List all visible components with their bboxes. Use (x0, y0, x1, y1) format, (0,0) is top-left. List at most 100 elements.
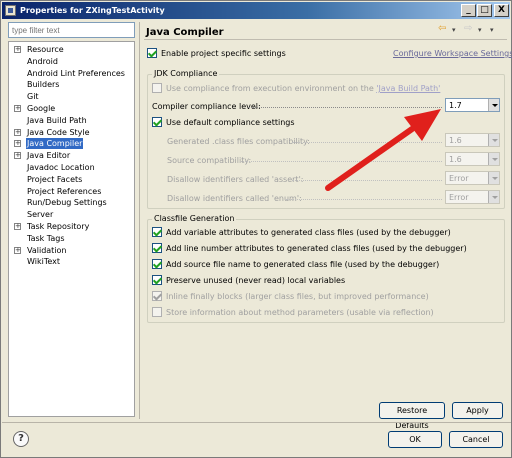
use-default-compliance-label: Use default compliance settings (166, 118, 295, 127)
tree-item[interactable]: Android Lint Preferences (9, 68, 134, 80)
tree-item[interactable]: + Resource (9, 44, 134, 56)
page-title: Java Compiler (146, 27, 224, 38)
tree-item[interactable]: Project References (9, 186, 134, 198)
tree-item-label: Run/Debug Settings (27, 198, 107, 208)
tree-item-label: Project References (27, 186, 102, 196)
tree-item[interactable]: + Task Repository (9, 221, 134, 233)
tree-item[interactable]: Project Facets (9, 174, 134, 186)
expand-icon[interactable]: + (14, 46, 21, 53)
jdk-compliance-title: JDK Compliance (152, 69, 220, 78)
expand-icon[interactable]: + (14, 152, 21, 160)
use-env-compliance-checkbox[interactable] (152, 83, 162, 93)
preserve-unused-label: Preserve unused (never read) local varia… (166, 276, 346, 285)
inline-finally-checkbox[interactable] (152, 291, 162, 301)
filter-input[interactable] (8, 22, 135, 38)
header-divider (144, 39, 507, 40)
tree-item[interactable]: + Java Code Style (9, 127, 134, 139)
enum-identifiers-label: Disallow identifiers called 'enum': (167, 194, 302, 203)
chevron-down-icon[interactable] (488, 134, 499, 146)
ok-button[interactable]: OK (388, 431, 442, 448)
enum-identifiers-select[interactable]: Error (445, 190, 500, 204)
line-number-attributes-checkbox[interactable] (152, 243, 162, 253)
back-dropdown-icon[interactable]: ▾ (452, 26, 456, 34)
source-compat-select[interactable]: 1.6 (445, 152, 500, 166)
inline-finally-label: Inline finally blocks (larger class file… (166, 292, 429, 301)
assert-identifiers-label: Disallow identifiers called 'assert': (167, 175, 304, 184)
footer-divider (2, 422, 511, 423)
line-number-attributes-label: Add line number attributes to generated … (166, 244, 467, 253)
expand-icon[interactable]: + (14, 140, 21, 148)
source-compat-label: Source compatibility: (167, 156, 252, 165)
preserve-unused-checkbox[interactable] (152, 275, 162, 285)
tree-item[interactable]: Server (9, 209, 134, 221)
restore-defaults-button[interactable]: Restore Defaults (379, 402, 445, 430)
tree-item[interactable]: Builders (9, 79, 134, 91)
compliance-leader-line (248, 107, 442, 108)
variable-attributes-label: Add variable attributes to generated cla… (166, 228, 451, 237)
back-arrow-icon[interactable]: ⇦ (438, 23, 446, 34)
tree-item[interactable]: + Java Compiler (9, 138, 134, 150)
assert-leader-line (292, 180, 442, 181)
tree-item[interactable]: Java Build Path (9, 115, 134, 127)
view-menu-icon[interactable]: ▾ (490, 26, 494, 34)
expand-icon[interactable]: + (14, 128, 21, 136)
forward-arrow-icon[interactable]: ⇨ (464, 23, 472, 34)
title-bar[interactable]: Properties for ZXingTestActivity _ □ X (2, 2, 510, 19)
variable-attributes-checkbox[interactable] (152, 227, 162, 237)
tree-item[interactable]: + Google (9, 103, 134, 115)
close-button[interactable]: X (494, 4, 509, 17)
generated-leader-line (292, 142, 442, 143)
window-icon (5, 5, 16, 16)
source-file-name-label: Add source file name to generated class … (166, 260, 440, 269)
enum-leader-line (286, 199, 442, 200)
tree-item-label: Javadoc Location (27, 163, 95, 172)
use-default-compliance-checkbox[interactable] (152, 117, 162, 127)
compliance-level-select[interactable]: 1.7 (445, 98, 500, 112)
help-icon[interactable]: ? (13, 431, 29, 447)
tree-item-label: Android Lint Preferences (27, 68, 125, 78)
source-file-name-checkbox[interactable] (152, 259, 162, 269)
tree-item[interactable]: Javadoc Location (9, 162, 134, 174)
cancel-button[interactable]: Cancel (449, 431, 503, 448)
tree-item[interactable]: + Java Editor (9, 150, 134, 162)
tree-item-label: Java Build Path (27, 115, 87, 125)
generated-compat-select[interactable]: 1.6 (445, 133, 500, 147)
tree-item[interactable]: Task Tags (9, 233, 134, 245)
tree-item-label: Project Facets (27, 174, 83, 184)
tree-item[interactable]: Git (9, 91, 134, 103)
minimize-button[interactable]: _ (461, 4, 476, 17)
properties-window: Properties for ZXingTestActivity _ □ X +… (0, 0, 512, 458)
generated-compat-label: Generated .class files compatibility: (167, 137, 310, 146)
forward-dropdown-icon[interactable]: ▾ (478, 26, 482, 34)
apply-button[interactable]: Apply (452, 402, 503, 419)
use-env-compliance-text: Use compliance from execution environmen… (166, 84, 377, 93)
source-compat-value: 1.6 (449, 155, 462, 164)
store-method-params-checkbox[interactable] (152, 307, 162, 317)
tree-item-label: Google (27, 104, 56, 113)
store-method-params-label: Store information about method parameter… (166, 308, 434, 317)
enable-specific-checkbox[interactable] (147, 48, 157, 58)
chevron-down-icon[interactable] (488, 153, 499, 165)
chevron-down-icon[interactable] (488, 99, 499, 111)
expand-icon[interactable]: + (14, 246, 21, 254)
expand-icon[interactable]: + (14, 105, 21, 112)
compliance-level-value: 1.7 (449, 101, 462, 110)
tree-item[interactable]: Run/Debug Settings (9, 197, 134, 209)
configure-workspace-link[interactable]: Configure Workspace Settings... (393, 49, 512, 58)
property-tree[interactable]: + Resource Android Android Lint Preferences… (8, 41, 135, 417)
chevron-down-icon[interactable] (488, 172, 499, 184)
java-build-path-link[interactable]: 'Java Build Path' (376, 84, 440, 93)
history-navigation: ⇦ ▾ ⇨ ▾ ▾ (438, 23, 503, 37)
expand-icon[interactable]: + (14, 223, 21, 230)
assert-identifiers-select[interactable]: Error (445, 171, 500, 185)
tree-item[interactable]: Android (9, 56, 134, 68)
enable-specific-label: Enable project specific settings (161, 49, 286, 58)
window-title: Properties for ZXingTestActivity (20, 6, 165, 15)
panel-splitter[interactable] (139, 22, 140, 419)
tree-item-label: Builders (27, 80, 60, 90)
tree-item[interactable]: WikiText (9, 256, 134, 268)
tree-item[interactable]: + Validation (9, 245, 134, 257)
maximize-button[interactable]: □ (477, 4, 492, 17)
compliance-level-label: Compiler compliance level: (152, 102, 261, 111)
chevron-down-icon[interactable] (488, 191, 499, 203)
